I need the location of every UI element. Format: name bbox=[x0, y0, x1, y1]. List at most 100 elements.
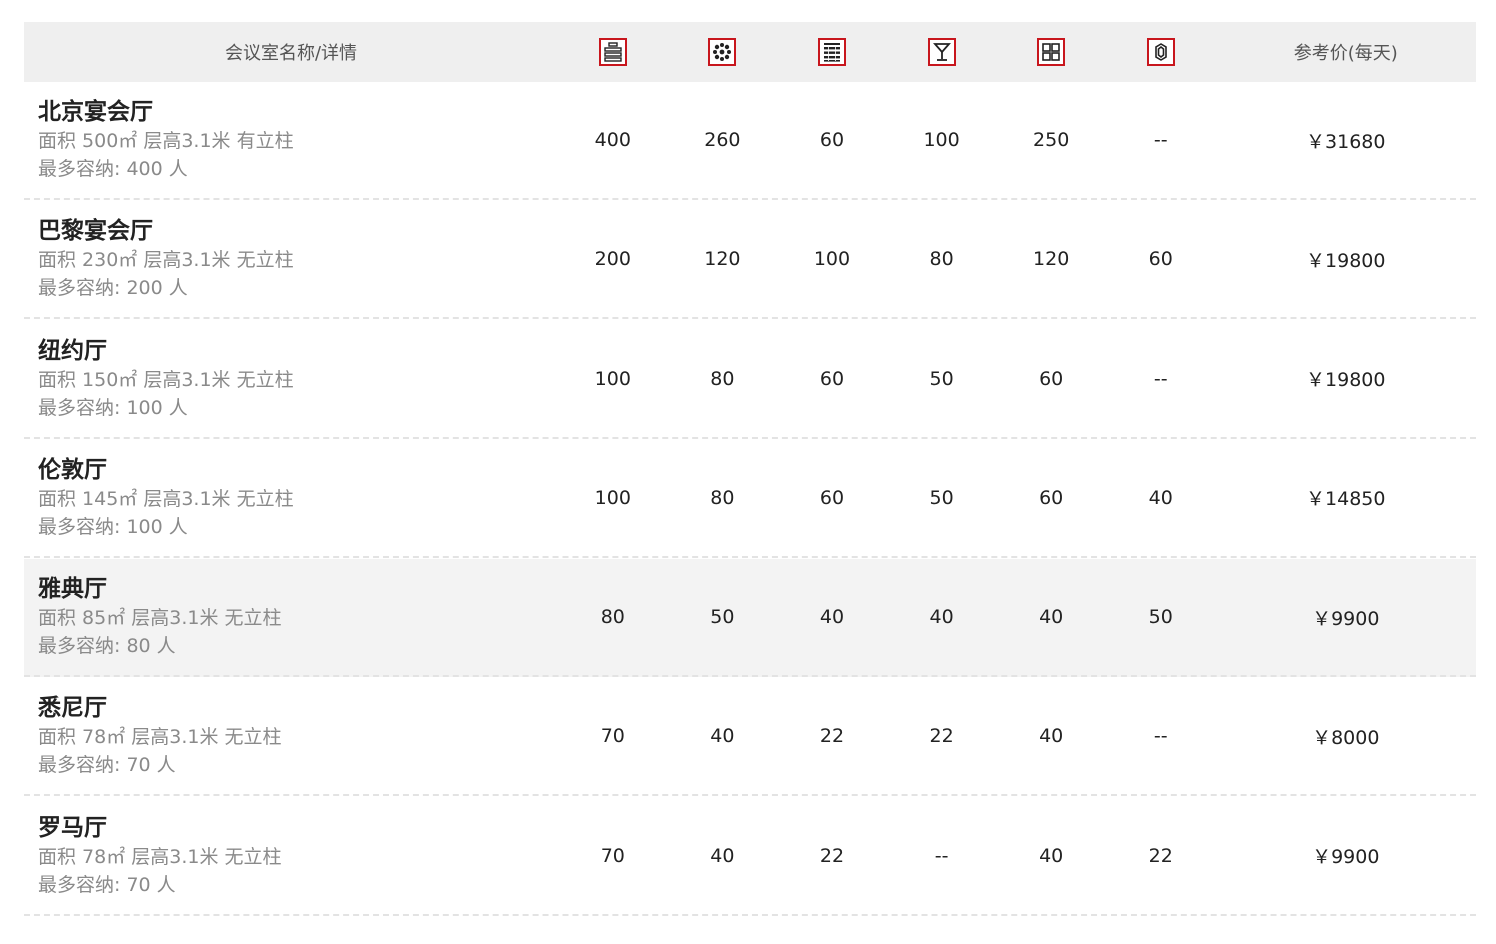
banquet-layout-icon bbox=[708, 38, 737, 66]
header-classroom-column bbox=[777, 38, 887, 66]
room-price: ￥9900 bbox=[1312, 607, 1380, 630]
header-cocktail-column bbox=[887, 38, 997, 66]
room-name[interactable]: 纽约厅 bbox=[38, 336, 558, 366]
capacity-cell: 70 bbox=[600, 844, 625, 867]
room-name[interactable]: 罗马厅 bbox=[38, 813, 558, 843]
capacity-cell: 200 bbox=[594, 248, 631, 271]
room-name[interactable]: 悉尼厅 bbox=[38, 693, 558, 723]
room-name[interactable]: 北京宴会厅 bbox=[38, 97, 558, 127]
room-info: 纽约厅 面积 150㎡ 层高3.1米 无立柱 最多容纳: 100 人 bbox=[24, 336, 558, 422]
capacity-cell: 80 bbox=[710, 486, 735, 509]
cocktail-layout-icon bbox=[927, 38, 956, 66]
table-header: 会议室名称/详情 参考价(每天) bbox=[24, 22, 1476, 82]
room-detail: 面积 500㎡ 层高3.1米 有立柱 bbox=[38, 130, 294, 152]
theater-layout-icon bbox=[598, 38, 627, 66]
room-info: 罗马厅 面积 78㎡ 层高3.1米 无立柱 最多容纳: 70 人 bbox=[24, 813, 558, 899]
room-capacity: 最多容纳: 100 人 bbox=[38, 396, 188, 419]
capacity-cell: 60 bbox=[1039, 486, 1064, 509]
capacity-cell: 100 bbox=[594, 486, 631, 509]
capacity-cell: -- bbox=[1153, 367, 1168, 390]
room-name[interactable]: 巴黎宴会厅 bbox=[38, 216, 558, 246]
room-detail: 面积 85㎡ 层高3.1米 无立柱 bbox=[38, 607, 282, 630]
capacity-cell: 120 bbox=[704, 248, 741, 271]
room-price: ￥8000 bbox=[1312, 726, 1380, 749]
meeting-room-table: 会议室名称/详情 参考价(每天) 北京宴会厅 面积 500㎡ 层高3.1米 有立… bbox=[24, 22, 1476, 917]
capacity-cell: 40 bbox=[1039, 844, 1064, 867]
header-u-shape-column bbox=[1106, 38, 1216, 66]
capacity-cell: 22 bbox=[1148, 844, 1173, 867]
capacity-cell: 40 bbox=[710, 844, 735, 867]
room-capacity: 最多容纳: 400 人 bbox=[38, 158, 188, 180]
table-row[interactable]: 伦敦厅 面积 145㎡ 层高3.1米 无立柱 最多容纳: 100 人 100 80 60 5… bbox=[24, 440, 1476, 558]
room-info: 伦敦厅 面积 145㎡ 层高3.1米 无立柱 最多容纳: 100 人 bbox=[24, 455, 558, 541]
capacity-cell: 40 bbox=[710, 725, 735, 748]
capacity-cell: 100 bbox=[923, 129, 960, 151]
table-row[interactable]: 雅典厅面积 85㎡ 层高3.1米 无立柱 最多容纳: 80 人 80 50 40 40 40… bbox=[24, 559, 1476, 678]
capacity-cell: 40 bbox=[929, 606, 954, 629]
capacity-cell: 260 bbox=[704, 129, 741, 151]
capacity-cell: 22 bbox=[929, 725, 954, 748]
capacity-cell: 40 bbox=[1039, 606, 1064, 629]
board-layout-icon bbox=[1037, 38, 1066, 66]
capacity-cell: 60 bbox=[1148, 248, 1173, 271]
table-row[interactable]: 巴黎宴会厅面积 230㎡ 层高3.1米 无立柱 最多容纳: 200 人 200 120… bbox=[24, 201, 1476, 320]
capacity-cell: 80 bbox=[710, 367, 735, 390]
room-capacity: 最多容纳: 200 人 bbox=[38, 277, 188, 300]
capacity-cell: 50 bbox=[929, 367, 954, 390]
capacity-cell: 60 bbox=[819, 367, 845, 390]
room-info: 雅典厅面积 85㎡ 层高3.1米 无立柱 最多容纳: 80 人 bbox=[24, 574, 558, 660]
capacity-cell: 60 bbox=[819, 129, 845, 151]
room-info: 北京宴会厅面积 500㎡ 层高3.1米 有立柱 最多容纳: 400 人 bbox=[24, 97, 558, 183]
classroom-layout-icon bbox=[817, 38, 846, 66]
header-name-label: 会议室名称/详情 bbox=[224, 43, 358, 64]
room-price: ￥14850 bbox=[1306, 488, 1386, 511]
room-detail: 面积 78㎡ 层高3.1米 无立柱 bbox=[38, 845, 282, 868]
room-capacity: 最多容纳: 70 人 bbox=[38, 754, 176, 777]
capacity-cell: 50 bbox=[710, 606, 735, 629]
capacity-cell: 50 bbox=[929, 486, 954, 509]
room-name[interactable]: 雅典厅 bbox=[38, 574, 558, 604]
capacity-cell: 40 bbox=[1148, 486, 1173, 509]
room-detail: 面积 150㎡ 层高3.1米 无立柱 bbox=[38, 368, 294, 391]
capacity-cell: 120 bbox=[1033, 248, 1070, 271]
capacity-cell: 80 bbox=[929, 248, 954, 271]
header-board-column bbox=[996, 38, 1106, 66]
room-name[interactable]: 伦敦厅 bbox=[38, 455, 558, 485]
table-row[interactable]: 罗马厅 面积 78㎡ 层高3.1米 无立柱 最多容纳: 70 人 70 40 22 -- 40… bbox=[24, 798, 1476, 916]
capacity-cell: 40 bbox=[1039, 725, 1064, 748]
capacity-cell: 250 bbox=[1033, 129, 1070, 151]
room-capacity: 最多容纳: 100 人 bbox=[38, 515, 188, 538]
header-theater-column bbox=[558, 38, 668, 66]
room-info: 悉尼厅面积 78㎡ 层高3.1米 无立柱 最多容纳: 70 人 bbox=[24, 693, 558, 779]
capacity-cell: 400 bbox=[594, 129, 631, 151]
room-info: 巴黎宴会厅面积 230㎡ 层高3.1米 无立柱 最多容纳: 200 人 bbox=[24, 216, 558, 302]
header-banquet-column bbox=[668, 38, 778, 66]
capacity-cell: 80 bbox=[600, 606, 625, 629]
capacity-cell: -- bbox=[1153, 725, 1168, 748]
capacity-cell: 40 bbox=[819, 606, 845, 629]
room-price: ￥9900 bbox=[1312, 846, 1380, 869]
table-row[interactable]: 纽约厅 面积 150㎡ 层高3.1米 无立柱 最多容纳: 100 人 100 80 60 5… bbox=[24, 321, 1476, 439]
capacity-cell: 22 bbox=[819, 725, 845, 748]
capacity-cell: -- bbox=[934, 844, 949, 867]
room-price: ￥19800 bbox=[1306, 369, 1386, 392]
u-shape-layout-icon bbox=[1146, 38, 1175, 66]
capacity-cell: 50 bbox=[1148, 606, 1173, 629]
table-row[interactable]: 北京宴会厅面积 500㎡ 层高3.1米 有立柱 最多容纳: 400 人 400 260… bbox=[24, 82, 1476, 200]
capacity-cell: 100 bbox=[813, 248, 851, 271]
table-row[interactable]: 悉尼厅面积 78㎡ 层高3.1米 无立柱 最多容纳: 70 人 70 40 22 22 40… bbox=[24, 678, 1476, 797]
capacity-cell: 100 bbox=[594, 367, 631, 390]
room-price: ￥31680 bbox=[1306, 130, 1386, 153]
capacity-cell: 70 bbox=[600, 725, 625, 748]
capacity-cell: 60 bbox=[819, 486, 845, 509]
room-capacity: 最多容纳: 80 人 bbox=[38, 635, 176, 658]
room-capacity: 最多容纳: 70 人 bbox=[38, 873, 176, 896]
room-detail: 面积 145㎡ 层高3.1米 无立柱 bbox=[38, 487, 294, 510]
room-detail: 面积 78㎡ 层高3.1米 无立柱 bbox=[38, 726, 282, 749]
room-detail: 面积 230㎡ 层高3.1米 无立柱 bbox=[38, 249, 294, 272]
capacity-cell: -- bbox=[1153, 129, 1168, 151]
capacity-cell: 22 bbox=[819, 844, 845, 867]
header-price-label: 参考价(每天) bbox=[1293, 43, 1398, 64]
room-price: ￥19800 bbox=[1306, 249, 1386, 272]
capacity-cell: 60 bbox=[1039, 367, 1064, 390]
